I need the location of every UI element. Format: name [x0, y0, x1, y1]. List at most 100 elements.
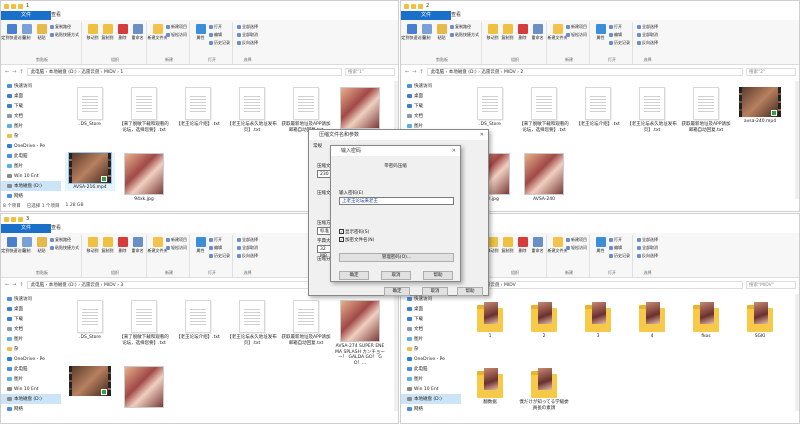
select-all-button[interactable]: 全部选择 [237, 237, 258, 243]
help-button[interactable]: 帮助 [457, 287, 483, 296]
show-password-checkbox[interactable]: ✓ 显示密码(S) [339, 229, 369, 235]
file-item[interactable]: AVSA-216.mp4 [65, 152, 115, 191]
ribbon-tab[interactable]: 文件 [1, 224, 51, 233]
paste-shortcut-button[interactable]: 粘贴快捷方式 [50, 245, 79, 251]
scrollbar[interactable] [394, 294, 398, 411]
back-icon[interactable]: ← [405, 69, 409, 75]
sidebar-item-onedrive[interactable]: OneDrive - Pe [401, 354, 461, 364]
sidebar-item-pics2[interactable]: 图片 [1, 374, 61, 384]
folder-icon[interactable] [404, 3, 409, 9]
file-item[interactable]: 【来了脱敏下载和观看的论坛，选择您要】.txt [519, 87, 569, 133]
select-all-button[interactable]: 全部选择 [237, 24, 258, 30]
invert-selection-button[interactable]: 反向选择 [637, 253, 658, 259]
paste-shortcut-button[interactable]: 粘贴快捷方式 [50, 32, 79, 38]
sidebar-item-quick-access[interactable]: 快速访问 [401, 81, 461, 91]
up-icon[interactable]: ↑ [419, 69, 423, 75]
sidebar-item-this-pc[interactable]: 此电脑 [401, 364, 461, 374]
address-bar[interactable]: 此电脑 › 本地磁盘 (D:) › 迅雷云盘 › MIDV › 3 [26, 280, 342, 289]
open-button[interactable]: 打开 [609, 237, 630, 243]
file-item[interactable]: .DS_Store [465, 87, 515, 128]
invert-selection-button[interactable]: 反向选择 [237, 253, 258, 259]
tab-general[interactable]: 常规 [313, 143, 322, 149]
sidebar-item-desktop[interactable]: 桌面 [401, 91, 461, 101]
edit-button[interactable]: 编辑 [209, 245, 230, 251]
edit-button[interactable]: 编辑 [609, 32, 630, 38]
sidebar-item-pictures[interactable]: 图片 [1, 334, 61, 344]
invert-selection-button[interactable]: 反向选择 [637, 40, 658, 46]
sidebar-item-win10[interactable]: Win 10 Ent [401, 384, 461, 394]
encrypt-names-checkbox[interactable]: ✓ 加密文件名(N) [339, 237, 374, 243]
sidebar-item-documents[interactable]: 文档 [1, 111, 61, 121]
sidebar-item-local-d[interactable]: 本地磁盘 (D:) [401, 394, 461, 404]
sidebar-item-documents[interactable]: 文档 [401, 324, 461, 334]
file-item[interactable]: 【老王论坛永久地址发布页】.txt [627, 87, 677, 133]
file-item[interactable]: AVSA-240 [519, 153, 569, 203]
new-item-button[interactable]: 新建项目 [166, 24, 187, 30]
ribbon-tab[interactable]: 文件 [1, 11, 51, 20]
easy-access-button[interactable]: 轻松访问 [166, 32, 187, 38]
sidebar-item-quick-access[interactable]: 快速访问 [1, 81, 61, 91]
open-button[interactable]: 打开 [609, 24, 630, 30]
file-item[interactable]: 获取最新地址及APP请加邮箱自动回复.txt [281, 300, 331, 346]
new-item-button[interactable]: 新建项目 [166, 237, 187, 243]
password-help-button[interactable]: 帮助 [423, 271, 453, 280]
sidebar-item-pictures[interactable]: 图片 [1, 121, 61, 131]
file-item[interactable]: 【来了脱敏下载和观看的论坛，选择您要】.txt [119, 87, 169, 133]
close-icon[interactable]: ✕ [452, 146, 456, 156]
open-button[interactable]: 打开 [209, 237, 230, 243]
password-cancel-button[interactable]: 取消 [381, 271, 411, 280]
invert-selection-button[interactable]: 反向选择 [237, 40, 258, 46]
back-icon[interactable]: ← [5, 69, 9, 75]
file-item[interactable]: 1 [465, 300, 515, 340]
sidebar-item-misc[interactable]: 杂 [401, 344, 461, 354]
search-input[interactable]: 搜索"1" [345, 67, 395, 76]
search-input[interactable]: 搜索"MIDV" [746, 280, 796, 289]
manage-passwords-button[interactable]: 管理密码(O)... [339, 253, 454, 262]
sidebar-item-pics2[interactable]: 图片 [1, 161, 61, 171]
history-button[interactable]: 历史记录 [609, 40, 630, 46]
checkbox-icon[interactable]: ✓ [339, 229, 344, 234]
sidebar-item-this-pc[interactable]: 此电脑 [1, 151, 61, 161]
file-item[interactable]: 【老王论坛介绍】.txt [173, 300, 223, 341]
file-item[interactable]: .DS_Store [65, 300, 115, 341]
sidebar-item-downloads[interactable]: 下载 [1, 314, 61, 324]
sidebar-item-this-pc[interactable]: 此电脑 [1, 364, 61, 374]
file-item[interactable]: 【老王论坛永久地址发布页】.txt [227, 300, 277, 346]
password-ok-button[interactable]: 确定 [339, 271, 369, 280]
new-item-button[interactable]: 新建项目 [566, 24, 587, 30]
folder-icon[interactable] [11, 3, 16, 9]
easy-access-button[interactable]: 轻松访问 [566, 245, 587, 251]
address-bar[interactable]: 此电脑 › 本地磁盘 (D:) › 迅雷云盘 › MIDV › 1 [26, 67, 342, 76]
sidebar-item-misc[interactable]: 杂 [1, 344, 61, 354]
scrollbar[interactable] [795, 81, 799, 199]
file-item[interactable]: 3 [573, 300, 623, 340]
scrollbar[interactable] [795, 294, 799, 411]
sidebar-item-network[interactable]: 网络 [1, 191, 61, 201]
file-item[interactable]: 【老王论坛永久地址发布页】.txt [227, 87, 277, 133]
file-item[interactable]: 翻数据 [465, 366, 515, 406]
sidebar-item-pictures[interactable]: 图片 [401, 334, 461, 344]
folder-icon[interactable] [11, 216, 16, 222]
forward-icon[interactable]: → [12, 282, 16, 288]
file-item[interactable]: fkos [681, 300, 731, 340]
sidebar-item-onedrive[interactable]: OneDrive - Pe [1, 141, 61, 151]
select-all-button[interactable]: 全部选择 [637, 24, 658, 30]
up-icon[interactable]: ↑ [19, 282, 23, 288]
open-button[interactable]: 打开 [209, 24, 230, 30]
file-item[interactable]: 获取最新地址及APP请加邮箱自动回复.txt [281, 87, 331, 133]
sidebar-item-documents[interactable]: 文档 [1, 324, 61, 334]
forward-icon[interactable]: → [412, 69, 416, 75]
sidebar-item-downloads[interactable]: 下载 [401, 101, 461, 111]
sidebar-item-local-d[interactable]: 本地磁盘 (D:) [1, 394, 61, 404]
back-icon[interactable]: ← [5, 282, 9, 288]
folder-icon[interactable] [411, 3, 416, 9]
file-item[interactable]: 【来了脱敏下载和观看的论坛，选择您要】.txt [119, 300, 169, 346]
sidebar-item-downloads[interactable]: 下载 [1, 101, 61, 111]
file-item[interactable]: 僕だけが知ってる学級委員長の素顔 [519, 366, 569, 411]
cancel-button[interactable]: 取消 [422, 287, 448, 296]
file-item[interactable] [65, 366, 115, 398]
file-item[interactable]: 2 [519, 300, 569, 340]
select-none-button[interactable]: 全部取消 [237, 245, 258, 251]
history-button[interactable]: 历史记录 [209, 40, 230, 46]
folder-icon[interactable] [18, 3, 23, 9]
